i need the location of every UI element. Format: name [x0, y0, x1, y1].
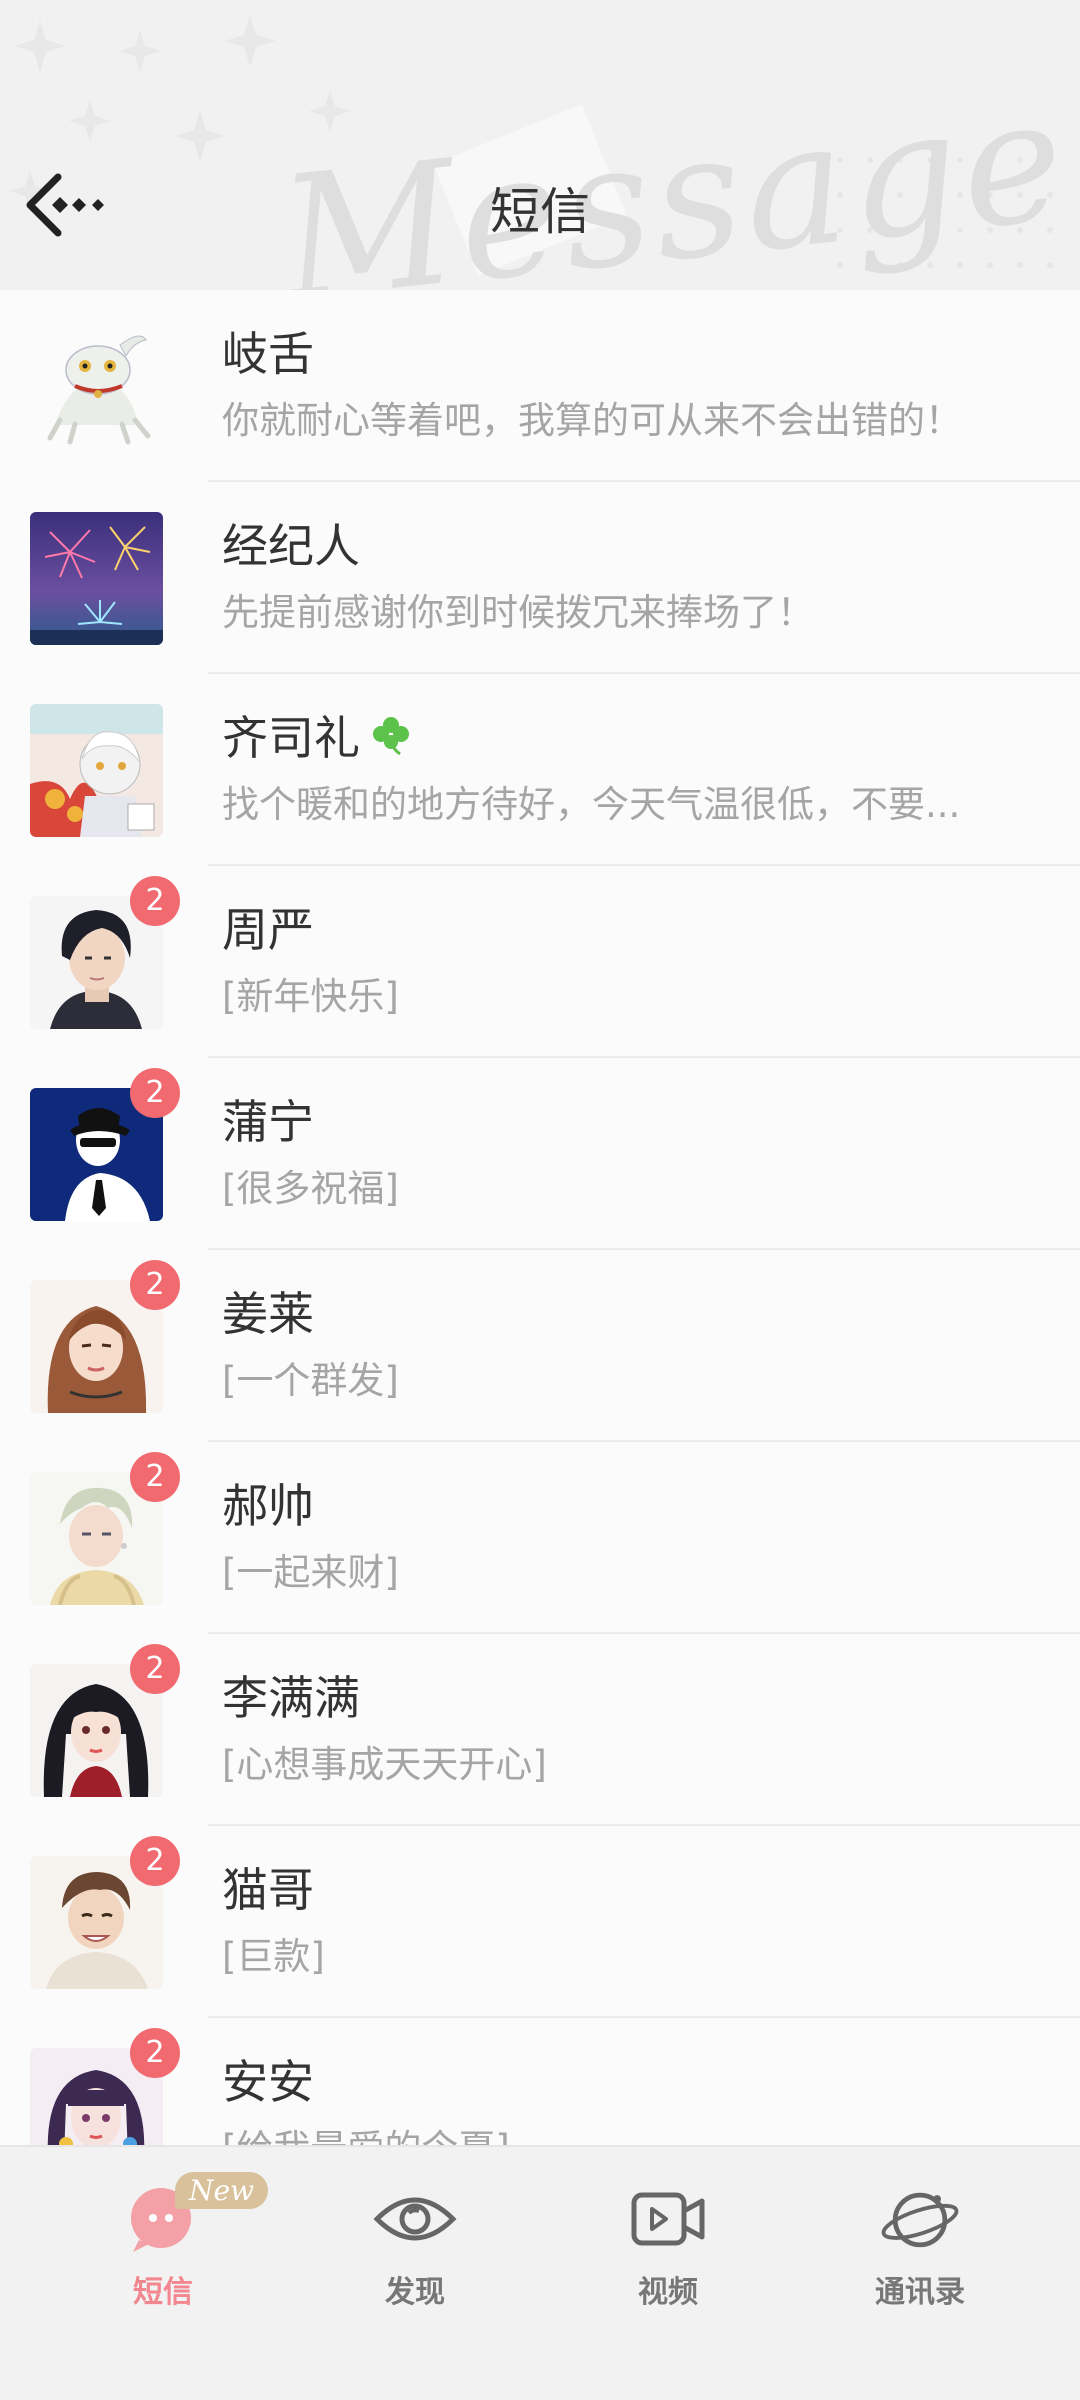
message-preview: 找个暖和的地方待好，今天气温很低，不要... [222, 783, 961, 826]
contact-name: 李满满 [222, 1671, 360, 1725]
new-tag: New [175, 2172, 269, 2209]
contact-name: 安安 [222, 2055, 314, 2109]
header: Message 短信 [0, 0, 1080, 290]
list-item[interactable]: 经纪人 先提前感谢你到时候拨冗来捧场了！ [0, 482, 1080, 674]
message-preview: 先提前感谢你到时候拨冗来捧场了！ [222, 591, 814, 634]
bottom-nav: 短信 New 发现 视频 通讯录 [0, 2145, 1080, 2400]
message-preview: [心想事成天天开心] [222, 1743, 547, 1786]
avatar [30, 320, 163, 453]
list-item[interactable]: 齐司礼 找个暖和的地方待好，今天气温很低，不要... [0, 674, 1080, 866]
nav-tab-discover[interactable]: 发现 [325, 2181, 505, 2341]
list-item[interactable]: 岐舌 你就耐心等着吧，我算的可从来不会出错的！ [0, 290, 1080, 482]
contact-name: 姜莱 [222, 1287, 314, 1341]
unread-badge: 2 [130, 1452, 180, 1502]
nav-tab-contacts[interactable]: 通讯录 [830, 2181, 1010, 2341]
contact-name: 郝帅 [222, 1479, 314, 1533]
message-preview: [巨款] [222, 1935, 325, 1978]
contact-name: 蒲宁 [222, 1095, 314, 1149]
unread-badge: 2 [130, 876, 180, 926]
message-preview: 你就耐心等着吧，我算的可从来不会出错的！ [222, 399, 962, 442]
nav-tab-video[interactable]: 视频 [578, 2181, 758, 2341]
contact-name: 经纪人 [222, 519, 360, 573]
page-title: 短信 [490, 183, 590, 241]
nav-label: 短信 [133, 2275, 193, 2310]
message-preview: [很多祝福] [222, 1167, 399, 1210]
list-item[interactable]: 2 猫哥 [巨款] [0, 1826, 1080, 2018]
contact-name: 猫哥 [222, 1863, 314, 1917]
video-icon [626, 2181, 710, 2257]
avatar [30, 512, 163, 645]
unread-badge: 2 [130, 1260, 180, 1310]
contact-name: 齐司礼 [222, 702, 414, 768]
nav-label: 发现 [385, 2275, 445, 2310]
eye-icon [373, 2181, 457, 2257]
list-item[interactable]: 2 蒲宁 [很多祝福] [0, 1058, 1080, 1250]
app-screen: Message 短信 岐舌 你就耐心等着吧，我算的可从来不会出错的！ 经纪人 先… [0, 0, 1080, 2400]
list-item[interactable]: 2 李满满 [心想事成天天开心] [0, 1634, 1080, 1826]
unread-badge: 2 [130, 1644, 180, 1694]
contact-name: 周严 [222, 903, 314, 957]
message-preview: [一起来财] [222, 1551, 399, 1594]
message-preview: [新年快乐] [222, 975, 399, 1018]
unread-badge: 2 [130, 1068, 180, 1118]
avatar [30, 704, 163, 837]
list-item[interactable]: 2 郝帅 [一起来财] [0, 1442, 1080, 1634]
clover-icon [373, 717, 409, 756]
planet-icon [878, 2181, 962, 2257]
list-item[interactable]: 2 安安 [给我最爱的今夏] [0, 2018, 1080, 2145]
list-item[interactable]: 2 姜莱 [一个群发] [0, 1250, 1080, 1442]
contact-name: 岐舌 [222, 327, 314, 381]
list-item[interactable]: 2 周严 [新年快乐] [0, 866, 1080, 1058]
unread-badge: 2 [130, 1836, 180, 1886]
nav-label: 视频 [638, 2275, 698, 2310]
unread-badge: 2 [130, 2028, 180, 2078]
message-list[interactable]: 岐舌 你就耐心等着吧，我算的可从来不会出错的！ 经纪人 先提前感谢你到时候拨冗来… [0, 290, 1080, 2145]
nav-label: 通讯录 [875, 2275, 965, 2310]
message-preview: [给我最爱的今夏] [222, 2118, 1022, 2145]
message-preview: [一个群发] [222, 1359, 399, 1402]
